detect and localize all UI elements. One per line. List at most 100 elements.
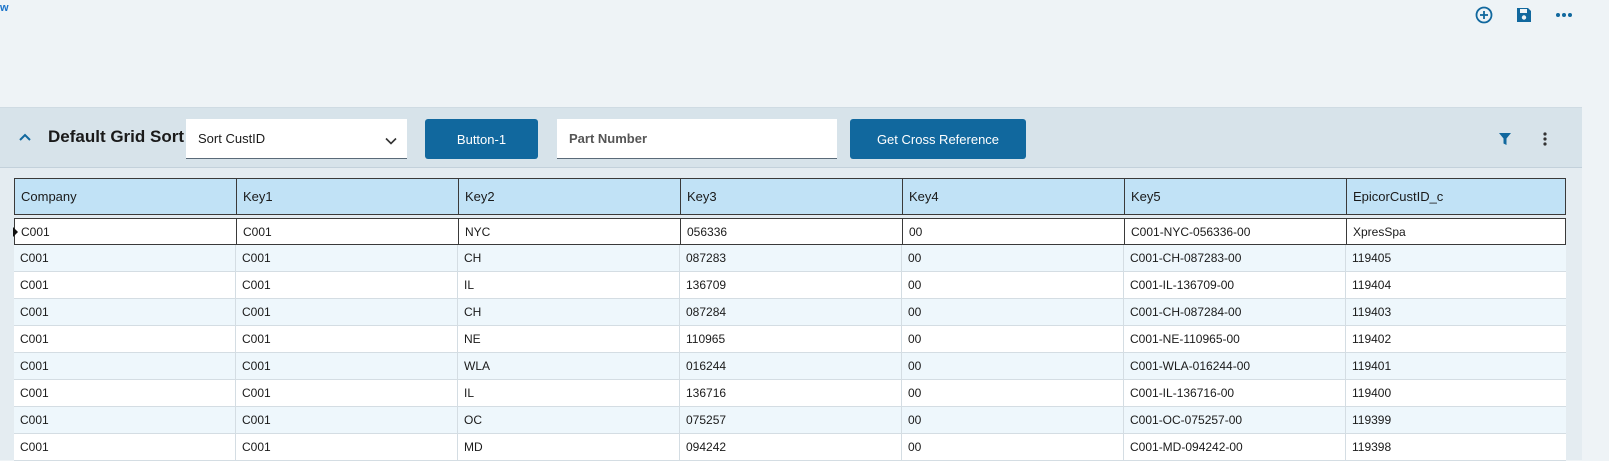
get-cross-reference-button[interactable]: Get Cross Reference: [850, 119, 1026, 159]
table-cell[interactable]: 119402: [1346, 326, 1564, 352]
table-row[interactable]: C001 C001 NYC 056336 00 C001-NYC-056336-00 Xpr…: [13, 218, 1566, 245]
table-cell[interactable]: C001: [236, 272, 458, 298]
table-cell[interactable]: C001: [15, 219, 237, 244]
table-cell[interactable]: C001: [14, 245, 236, 271]
top-bar: w: [0, 0, 1609, 107]
grid-panel: Default Grid Sort Sort CustID Button-1 G…: [0, 107, 1582, 461]
grid-body: C001 C001 NYC 056336 00 C001-NYC-056336-00 Xpr…: [13, 218, 1566, 461]
table-cell[interactable]: C001: [14, 407, 236, 433]
table-cell[interactable]: C001: [14, 353, 236, 379]
table-cell[interactable]: 016244: [680, 353, 902, 379]
table-cell[interactable]: C001: [236, 380, 458, 406]
table-row[interactable]: C001 C001 IL 136709 00 C001-IL-136709-00 11940…: [14, 272, 1566, 299]
table-cell[interactable]: C001-MD-094242-00: [1124, 434, 1346, 460]
column-header-key4[interactable]: Key4: [903, 179, 1125, 214]
table-cell[interactable]: C001: [14, 272, 236, 298]
table-cell[interactable]: 094242: [680, 434, 902, 460]
table-cell[interactable]: 119405: [1346, 245, 1564, 271]
table-cell[interactable]: NYC: [459, 219, 681, 244]
table-cell[interactable]: MD: [458, 434, 680, 460]
table-cell[interactable]: C001-NYC-056336-00: [1125, 219, 1347, 244]
table-cell[interactable]: WLA: [458, 353, 680, 379]
table-cell[interactable]: 00: [902, 299, 1124, 325]
table-cell[interactable]: 00: [902, 245, 1124, 271]
top-link[interactable]: w: [0, 2, 9, 14]
table-cell[interactable]: OC: [458, 407, 680, 433]
table-cell[interactable]: 136709: [680, 272, 902, 298]
table-cell[interactable]: 00: [902, 272, 1124, 298]
table-cell[interactable]: C001-WLA-016244-00: [1124, 353, 1346, 379]
table-cell[interactable]: 119404: [1346, 272, 1564, 298]
table-cell[interactable]: C001-IL-136716-00: [1124, 380, 1346, 406]
table-row[interactable]: C001 C001 MD 094242 00 C001-MD-094242-00 11939…: [14, 434, 1566, 461]
table-cell[interactable]: 00: [902, 380, 1124, 406]
table-row[interactable]: C001 C001 WLA 016244 00 C001-WLA-016244-00 119…: [14, 353, 1566, 380]
table-cell[interactable]: 075257: [680, 407, 902, 433]
filter-icon[interactable]: [1494, 128, 1516, 150]
table-cell[interactable]: C001: [237, 219, 459, 244]
table-cell[interactable]: 087284: [680, 299, 902, 325]
table-cell[interactable]: IL: [458, 380, 680, 406]
add-circle-icon[interactable]: [1473, 4, 1495, 26]
table-cell[interactable]: C001: [14, 299, 236, 325]
table-cell[interactable]: C001-NE-110965-00: [1124, 326, 1346, 352]
table-cell[interactable]: C001: [14, 380, 236, 406]
table-cell[interactable]: 087283: [680, 245, 902, 271]
table-cell[interactable]: 119401: [1346, 353, 1564, 379]
sort-select-value: Sort CustID: [198, 131, 266, 146]
table-cell[interactable]: 136716: [680, 380, 902, 406]
table-cell[interactable]: C001-IL-136709-00: [1124, 272, 1346, 298]
table-cell[interactable]: CH: [458, 299, 680, 325]
save-icon[interactable]: [1513, 4, 1535, 26]
sort-select[interactable]: Sort CustID: [186, 119, 407, 159]
table-row[interactable]: C001 C001 OC 075257 00 C001-OC-075257-00 11939…: [14, 407, 1566, 434]
column-header-epicorcustid[interactable]: EpicorCustID_c: [1347, 179, 1565, 214]
chevron-up-icon[interactable]: [16, 128, 34, 146]
top-actions: [1473, 4, 1575, 26]
table-cell[interactable]: C001: [14, 326, 236, 352]
table-cell[interactable]: CH: [458, 245, 680, 271]
table-cell[interactable]: C001: [14, 434, 236, 460]
table-row[interactable]: C001 C001 NE 110965 00 C001-NE-110965-00 11940…: [14, 326, 1566, 353]
more-horizontal-icon[interactable]: [1553, 4, 1575, 26]
grid-header-row: Company Key1 Key2 Key3 Key4 Key5 EpicorC…: [14, 178, 1566, 215]
table-cell[interactable]: 056336: [681, 219, 903, 244]
column-header-key2[interactable]: Key2: [459, 179, 681, 214]
more-vertical-icon[interactable]: [1534, 128, 1556, 150]
table-cell[interactable]: 119398: [1346, 434, 1564, 460]
table-cell[interactable]: IL: [458, 272, 680, 298]
table-cell[interactable]: 110965: [680, 326, 902, 352]
table-cell[interactable]: 119399: [1346, 407, 1564, 433]
table-cell[interactable]: 00: [902, 353, 1124, 379]
table-cell[interactable]: C001-CH-087283-00: [1124, 245, 1346, 271]
panel-title: Default Grid Sort: [48, 127, 185, 146]
part-number-input[interactable]: [557, 119, 837, 159]
chevron-down-icon: [385, 133, 397, 148]
panel-header-actions: [1494, 128, 1556, 150]
column-header-company[interactable]: Company: [15, 179, 237, 214]
table-cell[interactable]: C001-OC-075257-00: [1124, 407, 1346, 433]
table-cell[interactable]: NE: [458, 326, 680, 352]
table-cell[interactable]: C001-CH-087284-00: [1124, 299, 1346, 325]
table-cell[interactable]: C001: [236, 353, 458, 379]
button-1[interactable]: Button-1: [425, 119, 538, 159]
column-header-key5[interactable]: Key5: [1125, 179, 1347, 214]
table-cell[interactable]: C001: [236, 299, 458, 325]
table-cell[interactable]: 00: [902, 434, 1124, 460]
table-row[interactable]: C001 C001 CH 087284 00 C001-CH-087284-00 11940…: [14, 299, 1566, 326]
table-cell[interactable]: 119400: [1346, 380, 1564, 406]
table-row[interactable]: C001 C001 CH 087283 00 C001-CH-087283-00 11940…: [14, 245, 1566, 272]
table-cell[interactable]: 119403: [1346, 299, 1564, 325]
table-row[interactable]: C001 C001 IL 136716 00 C001-IL-136716-00 11940…: [14, 380, 1566, 407]
table-cell[interactable]: XpresSpa: [1347, 219, 1565, 244]
table-cell[interactable]: 00: [903, 219, 1125, 244]
column-header-key1[interactable]: Key1: [237, 179, 459, 214]
table-cell[interactable]: C001: [236, 434, 458, 460]
row-selector-marker: [13, 227, 18, 237]
table-cell[interactable]: 00: [902, 326, 1124, 352]
table-cell[interactable]: 00: [902, 407, 1124, 433]
table-cell[interactable]: C001: [236, 245, 458, 271]
table-cell[interactable]: C001: [236, 326, 458, 352]
table-cell[interactable]: C001: [236, 407, 458, 433]
column-header-key3[interactable]: Key3: [681, 179, 903, 214]
